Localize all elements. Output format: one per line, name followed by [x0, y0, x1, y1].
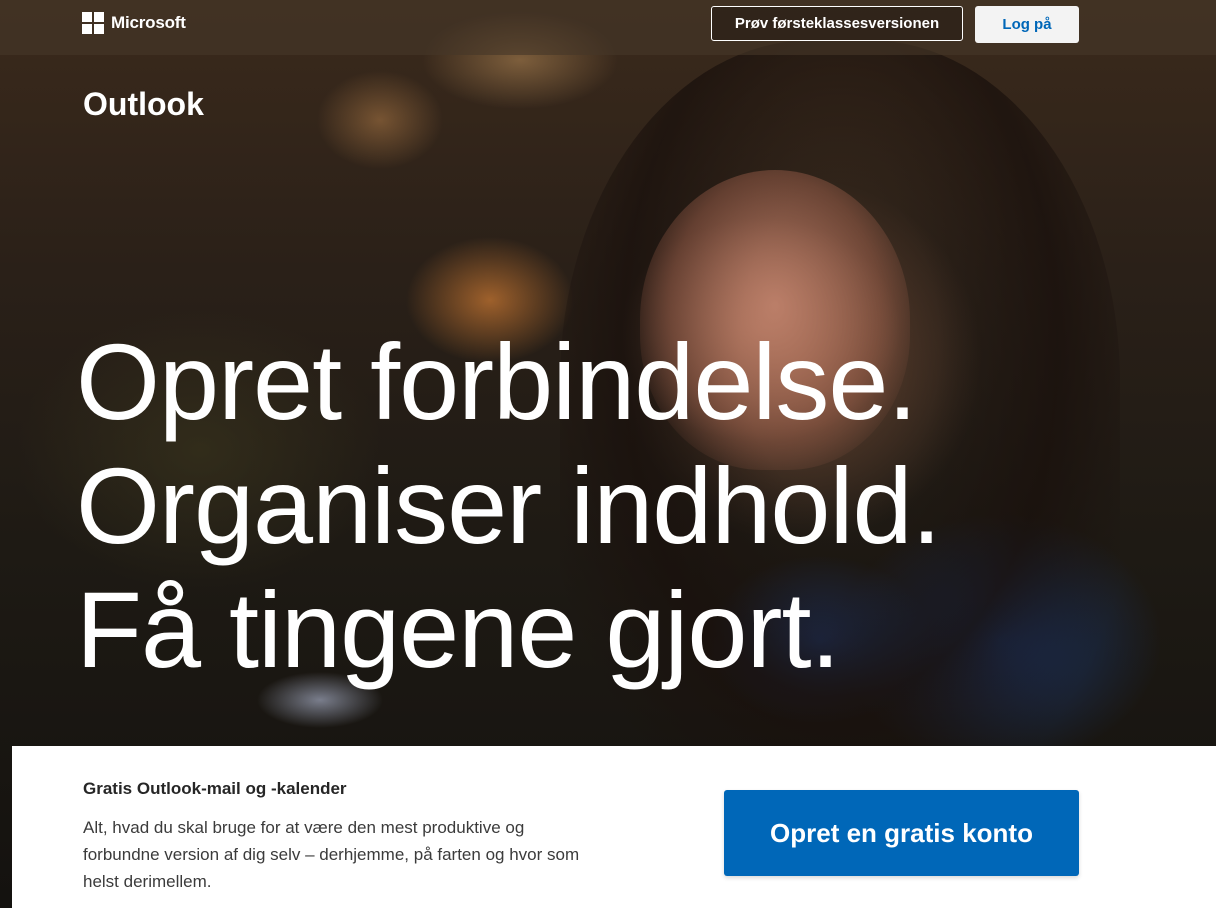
- headline-line-2: Organiser indhold.: [76, 445, 942, 566]
- microsoft-logo-link[interactable]: Microsoft: [82, 12, 186, 34]
- hero-headline: Opret forbindelse. Organiser indhold. Få…: [76, 320, 1176, 692]
- microsoft-logo-icon: [82, 12, 104, 34]
- brand-name: Microsoft: [111, 13, 186, 32]
- signup-panel: Gratis Outlook-mail og -kalender Alt, hv…: [12, 746, 1216, 908]
- product-title: Outlook: [83, 86, 204, 122]
- try-premium-button[interactable]: Prøv førsteklassesversionen: [711, 6, 963, 41]
- panel-heading: Gratis Outlook-mail og -kalender: [83, 779, 347, 798]
- headline-line-3: Få tingene gjort.: [76, 569, 840, 690]
- headline-line-1: Opret forbindelse.: [76, 321, 917, 442]
- panel-description: Alt, hvad du skal bruge for at være den …: [83, 818, 580, 891]
- create-free-account-button[interactable]: Opret en gratis konto: [724, 790, 1079, 876]
- outlook-landing-page: Microsoft Prøv førsteklassesversionen Lo…: [0, 0, 1216, 908]
- top-navigation-bar: Microsoft Prøv førsteklassesversionen Lo…: [0, 0, 1216, 55]
- login-button[interactable]: Log på: [975, 6, 1079, 43]
